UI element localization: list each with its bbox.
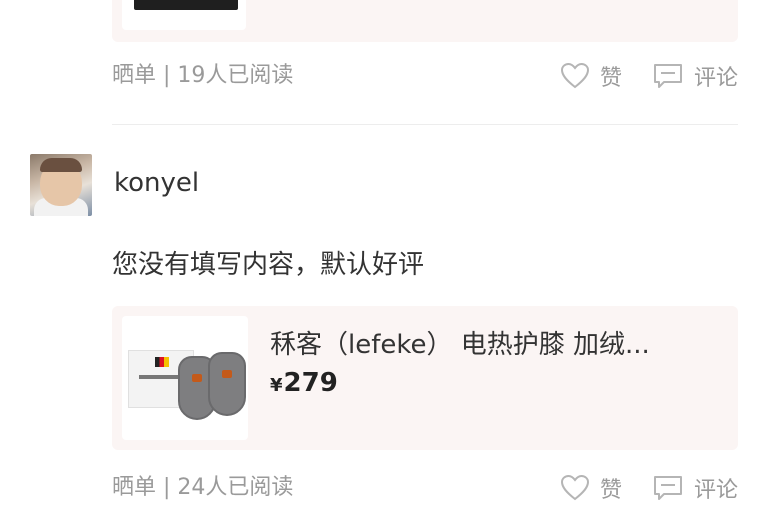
pad-button [222,370,232,378]
previous-product-image [122,0,246,30]
pad-button [192,374,202,382]
previous-product-photo [134,0,238,10]
previous-comment-button[interactable]: 评论 [652,60,738,92]
comment-label: 评论 [693,66,738,91]
product-card[interactable]: 秝客（lefeke） 电热护膝 加绒... ¥279 [112,306,738,450]
like-button[interactable]: 赞 [560,472,622,504]
avatar[interactable] [30,154,92,216]
brand-stripe [155,357,169,367]
previous-review-actions: 赞 评论 [530,56,738,96]
comment-bubble-icon [653,476,682,500]
heart-outline-icon [560,62,589,89]
username[interactable]: konyel [114,168,199,198]
review-divider [112,124,738,125]
previous-review-meta-row: 晒单 | 19人已阅读 赞 评论 [112,56,738,96]
comment-bubble-icon [653,64,682,88]
avatar-hair [40,158,82,172]
price-value: 279 [283,368,338,398]
heart-outline-icon [560,474,589,501]
knee-pad-right [208,352,246,416]
product-image [122,316,248,440]
box-label [139,375,183,379]
like-label: 赞 [599,66,622,91]
comment-button[interactable]: 评论 [652,472,738,504]
previous-like-button[interactable]: 赞 [560,60,622,92]
review-actions: 赞 评论 [530,468,738,508]
review-read-count: 晒单 | 24人已阅读 [112,475,294,500]
like-label: 赞 [599,478,622,503]
previous-review-read-count: 晒单 | 19人已阅读 [112,63,294,88]
product-title: 秝客（lefeke） 电热护膝 加绒... [270,330,650,360]
previous-product-card[interactable] [112,0,738,42]
review-text: 您没有填写内容，默认好评 [112,250,425,280]
review-meta-row: 晒单 | 24人已阅读 赞 评论 [112,468,738,508]
currency-symbol: ¥ [270,375,283,396]
comment-label: 评论 [693,478,738,503]
product-price: ¥279 [270,368,338,398]
